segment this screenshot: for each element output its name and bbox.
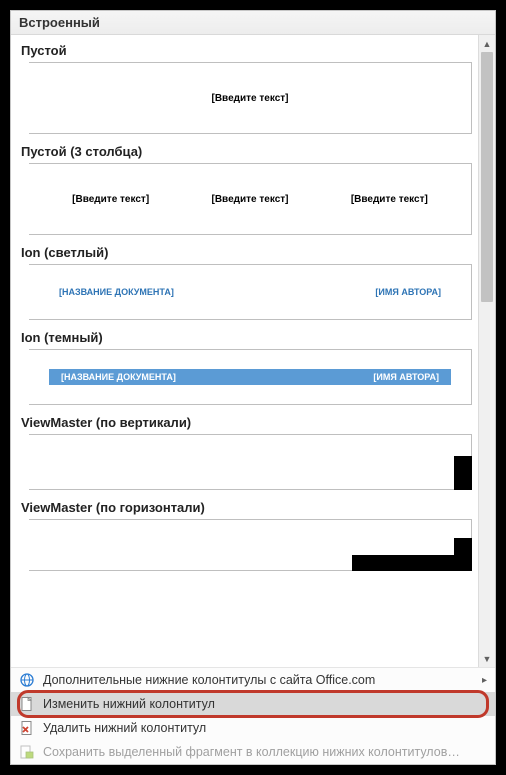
scroll-down-button[interactable]: ▼ [479, 650, 495, 667]
gallery-item-preview-vm-horizontal[interactable] [29, 519, 472, 571]
scroll-track[interactable] [479, 52, 495, 650]
scroll-thumb[interactable] [481, 52, 493, 302]
document-icon [19, 696, 35, 712]
chevron-right-icon: ▸ [482, 675, 487, 686]
gallery-item-label: Пустой [15, 37, 478, 62]
gallery-item-preview-vm-vertical[interactable] [29, 434, 472, 490]
doc-title-placeholder: [НАЗВАНИЕ ДОКУМЕНТА] [59, 287, 174, 297]
vertical-scrollbar[interactable]: ▲ ▼ [478, 35, 495, 667]
menu-label: Дополнительные нижние колонтитулы с сайт… [43, 673, 375, 687]
gallery-item-label: ViewMaster (по вертикали) [15, 409, 478, 434]
save-to-collection-icon [19, 744, 35, 760]
footer-gallery-panel: Встроенный Пустой [Введите текст] Пустой… [10, 10, 496, 765]
black-block [454, 456, 472, 490]
gallery-item-preview-ion-dark[interactable]: [НАЗВАНИЕ ДОКУМЕНТА] [ИМЯ АВТОРА] [29, 349, 472, 405]
ion-light-row: [НАЗВАНИЕ ДОКУМЕНТА] [ИМЯ АВТОРА] [29, 287, 471, 297]
doc-title-placeholder: [НАЗВАНИЕ ДОКУМЕНТА] [61, 372, 176, 382]
black-block [454, 538, 472, 556]
scroll-up-button[interactable]: ▲ [479, 35, 495, 52]
gallery-item-label: Ion (темный) [15, 324, 478, 349]
footer-menu: Дополнительные нижние колонтитулы с сайт… [11, 667, 495, 764]
menu-label: Изменить нижний колонтитул [43, 697, 215, 711]
remove-footer[interactable]: Удалить нижний колонтитул [11, 716, 495, 740]
three-columns: [Введите текст] [Введите текст] [Введите… [29, 194, 471, 205]
gallery-item-label: Ion (светлый) [15, 239, 478, 264]
document-delete-icon [19, 720, 35, 736]
author-placeholder: [ИМЯ АВТОРА] [373, 372, 439, 382]
gallery-item-preview-ion-light[interactable]: [НАЗВАНИЕ ДОКУМЕНТА] [ИМЯ АВТОРА] [29, 264, 472, 320]
menu-label: Удалить нижний колонтитул [43, 721, 206, 735]
gallery-item-label: ViewMaster (по горизонтали) [15, 494, 478, 519]
save-selection-to-gallery: Сохранить выделенный фрагмент в коллекци… [11, 740, 495, 764]
placeholder-text: [Введите текст] [351, 194, 428, 205]
gallery-scroll-area[interactable]: Пустой [Введите текст] Пустой (3 столбца… [11, 35, 478, 667]
gallery-item-label: Пустой (3 столбца) [15, 138, 478, 163]
author-placeholder: [ИМЯ АВТОРА] [375, 287, 441, 297]
globe-icon [19, 672, 35, 688]
gallery-item-preview-3col[interactable]: [Введите текст] [Введите текст] [Введите… [29, 163, 472, 235]
ion-dark-bar: [НАЗВАНИЕ ДОКУМЕНТА] [ИМЯ АВТОРА] [49, 369, 451, 385]
menu-label: Сохранить выделенный фрагмент в коллекци… [43, 745, 460, 759]
gallery: Пустой [Введите текст] Пустой (3 столбца… [11, 35, 495, 667]
section-header: Встроенный [11, 11, 495, 35]
more-footers-online[interactable]: Дополнительные нижние колонтитулы с сайт… [11, 668, 495, 692]
gallery-item-preview-empty[interactable]: [Введите текст] [29, 62, 472, 134]
placeholder-text: [Введите текст] [72, 194, 149, 205]
section-title: Встроенный [19, 15, 100, 30]
black-bar [352, 555, 472, 571]
placeholder-text: [Введите текст] [212, 194, 289, 205]
edit-footer[interactable]: Изменить нижний колонтитул [11, 692, 495, 716]
placeholder-text: [Введите текст] [212, 93, 289, 104]
